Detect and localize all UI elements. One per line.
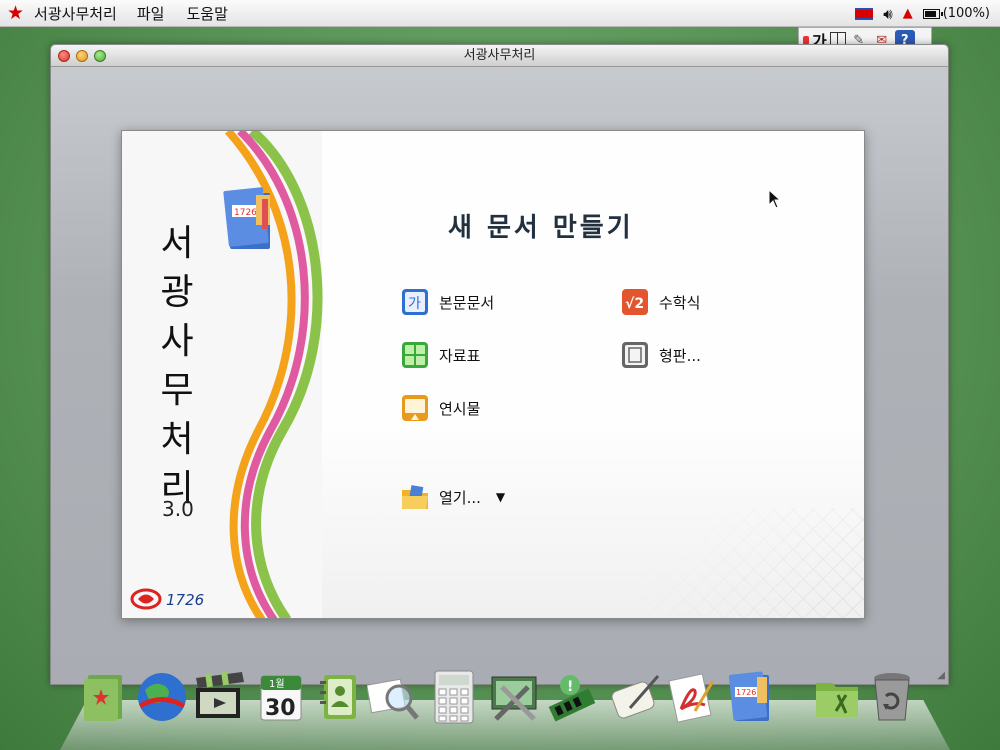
new-spreadsheet-button[interactable]: 자료표 <box>400 340 480 370</box>
trash-icon <box>874 673 910 721</box>
title-char: 무 <box>160 370 194 411</box>
svg-text:1726: 1726 <box>166 591 204 609</box>
globe-icon <box>138 673 186 721</box>
svg-text:1726: 1726 <box>736 688 756 697</box>
maker-logo: 1726 <box>130 588 204 610</box>
address-book-icon <box>320 675 356 719</box>
battery-icon <box>922 8 943 19</box>
system-tray: 🔊︎ ▲ (100%) <box>855 0 990 27</box>
new-from-template-button[interactable]: 형판... <box>620 340 701 370</box>
new-presentation-button[interactable]: 연시물 <box>400 393 480 423</box>
spreadsheet-icon <box>402 342 428 368</box>
red-star-icon[interactable]: ★ <box>7 3 24 23</box>
scroll-quill-icon <box>611 675 660 719</box>
memory-chip-icon: ! <box>548 675 596 722</box>
document-icon: 가 <box>402 289 428 315</box>
dock: 1월 30 ! 1726 <box>0 668 1000 728</box>
calculator-icon <box>434 670 474 724</box>
dropdown-arrow-icon[interactable]: ▼ <box>496 490 505 504</box>
close-button[interactable] <box>58 50 70 62</box>
mouse-cursor-icon <box>768 189 782 209</box>
tools-icon <box>491 676 537 721</box>
speaker-icon[interactable]: 🔊︎ <box>883 5 892 23</box>
photo-album-icon <box>84 675 122 721</box>
version-label: 3.0 <box>162 497 194 521</box>
presentation-icon <box>402 395 428 421</box>
option-label: 형판... <box>659 346 701 365</box>
battery-percent: (100%) <box>942 6 990 21</box>
system-tools-launcher[interactable] <box>487 668 543 726</box>
option-label: 열기... <box>439 488 481 507</box>
pdf-reader-launcher[interactable] <box>663 668 719 726</box>
minimize-button[interactable] <box>76 50 88 62</box>
top-menu-bar: ★ 서광사무처리 파일 도움말 🔊︎ ▲ (100%) <box>0 0 1000 27</box>
new-document-dialog: 1726 서 광 사 무 처 리 3.0 1726 새 문서 만들기 가 본문문… <box>121 130 865 619</box>
open-folder-icon <box>402 485 428 509</box>
new-math-formula-button[interactable]: √2 수학식 <box>620 287 700 317</box>
image-viewer-launcher[interactable] <box>366 668 422 726</box>
flag-icon[interactable] <box>855 7 874 20</box>
file-manager-launcher[interactable] <box>810 668 866 726</box>
decorative-pattern <box>604 508 864 618</box>
calendar-icon: 1월 30 <box>260 675 302 721</box>
svg-text:!: ! <box>567 679 573 695</box>
title-char: 사 <box>160 321 194 362</box>
calendar-launcher[interactable]: 1월 30 <box>253 668 309 726</box>
office-suite-launcher[interactable]: 1726 <box>722 668 778 726</box>
pdf-icon <box>668 673 715 723</box>
vertical-product-title: 서 광 사 무 처 리 <box>156 219 198 513</box>
text-editor-launcher[interactable] <box>607 668 663 726</box>
film-clapper-icon <box>196 672 244 718</box>
product-icon: 1726 <box>223 187 270 249</box>
math-formula-icon: √2 <box>622 289 648 315</box>
trash-launcher[interactable] <box>864 668 920 726</box>
menu-help[interactable]: 도움말 <box>186 3 227 24</box>
office-suite-icon: 1726 <box>728 671 769 721</box>
svg-text:30: 30 <box>265 696 296 721</box>
window-titlebar[interactable]: 서광사무처리 <box>51 45 948 67</box>
magnifier-photo-icon <box>367 678 419 720</box>
maximize-button[interactable] <box>94 50 106 62</box>
torch-icon[interactable]: ▲ <box>903 6 913 21</box>
photo-album-launcher[interactable] <box>76 668 132 726</box>
calculator-launcher[interactable] <box>426 668 482 726</box>
browser-launcher[interactable] <box>134 668 190 726</box>
window-title: 서광사무처리 <box>463 48 536 63</box>
option-label: 연시물 <box>439 399 481 418</box>
menu-file[interactable]: 파일 <box>137 3 165 24</box>
menu-app-name[interactable]: 서광사무처리 <box>34 3 117 24</box>
hardware-info-launcher[interactable]: ! <box>545 668 601 726</box>
title-char: 광 <box>160 272 194 313</box>
svg-text:1월: 1월 <box>269 678 285 690</box>
svg-text:√2: √2 <box>625 296 644 312</box>
folder-icon <box>816 683 858 717</box>
title-char: 서 <box>160 223 194 264</box>
option-label: 자료표 <box>439 346 481 365</box>
title-char: 처 <box>160 419 194 460</box>
video-player-launcher[interactable] <box>192 668 248 726</box>
option-label: 본문문서 <box>439 293 495 312</box>
svg-text:1726: 1726 <box>234 208 257 218</box>
dialog-heading: 새 문서 만들기 <box>448 213 634 243</box>
open-document-button[interactable]: 열기... ▼ <box>400 482 505 512</box>
template-icon <box>622 342 648 368</box>
new-text-document-button[interactable]: 가 본문문서 <box>400 287 494 317</box>
svg-text:가: 가 <box>408 296 421 312</box>
option-label: 수학식 <box>659 293 701 312</box>
battery-indicator[interactable]: (100%) <box>922 6 990 21</box>
contacts-launcher[interactable] <box>310 668 366 726</box>
